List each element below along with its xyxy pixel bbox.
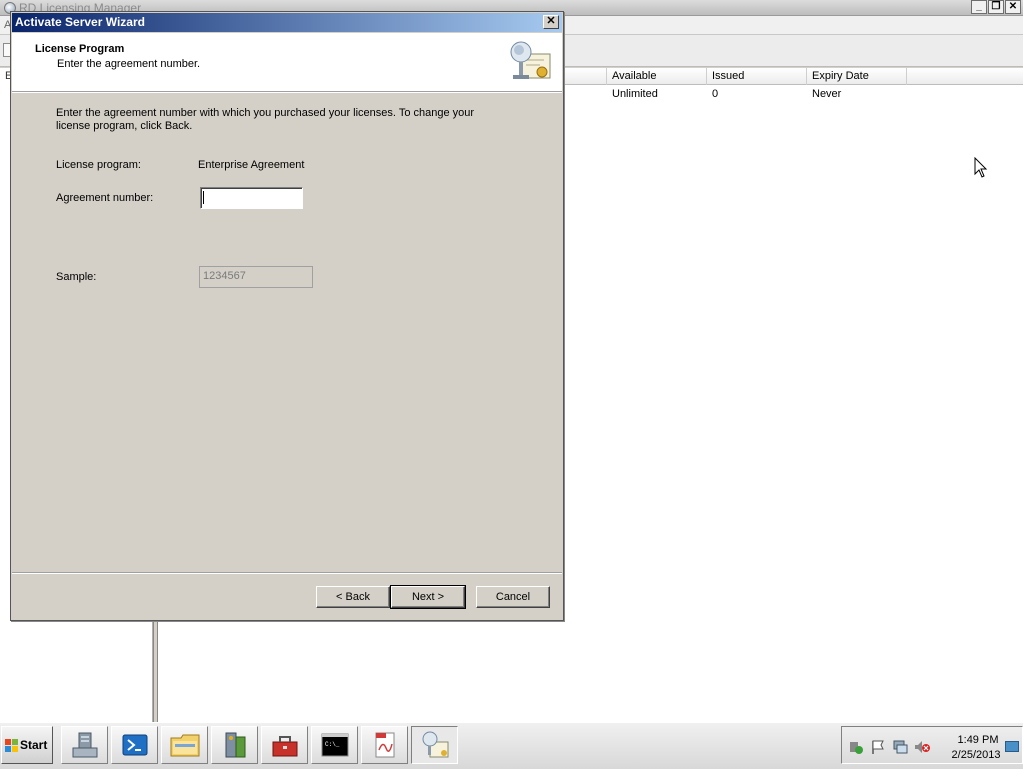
pdf-document-icon bbox=[375, 732, 394, 758]
sample-label: Sample: bbox=[56, 271, 97, 283]
wizard-header: License Program Enter the agreement numb… bbox=[12, 33, 562, 92]
command-prompt-icon: C:\_ bbox=[321, 733, 348, 757]
mouse-cursor-icon bbox=[974, 157, 988, 178]
wizard-title: Activate Server Wizard bbox=[15, 15, 145, 29]
wizard-close-button[interactable]: ✕ bbox=[543, 15, 559, 29]
cell-issued: 0 bbox=[712, 88, 719, 100]
taskbar-windows-explorer[interactable] bbox=[161, 726, 208, 764]
sample-field: 1234567 bbox=[199, 266, 313, 288]
powershell-icon bbox=[122, 734, 147, 756]
windows-logo-icon bbox=[5, 738, 18, 752]
server-tools-icon bbox=[225, 732, 245, 758]
footer-divider-highlight bbox=[12, 573, 562, 574]
back-button[interactable]: < Back bbox=[316, 586, 390, 608]
folder-icon bbox=[170, 734, 199, 757]
start-button[interactable]: Start bbox=[1, 726, 53, 764]
volume-muted-icon[interactable] bbox=[914, 739, 930, 755]
taskbar: Start C:\_ 1:49 PM 2/25/2013 bbox=[0, 722, 1023, 769]
next-button[interactable]: Next > bbox=[390, 585, 466, 609]
start-label: Start bbox=[20, 738, 48, 752]
background-close-button[interactable]: ✕ bbox=[1005, 0, 1021, 14]
background-window-controls: _ ❐ ✕ bbox=[971, 0, 1021, 14]
network-icon[interactable] bbox=[892, 739, 908, 755]
taskbar-rd-licensing-manager[interactable] bbox=[411, 726, 458, 764]
header-divider bbox=[12, 92, 562, 93]
taskbar-toolbox[interactable] bbox=[261, 726, 308, 764]
cancel-button[interactable]: Cancel bbox=[476, 586, 550, 608]
security-shield-icon[interactable] bbox=[848, 739, 864, 755]
taskbar-server-config[interactable] bbox=[211, 726, 258, 764]
cell-expiry: Never bbox=[812, 88, 842, 100]
rd-licensing-icon bbox=[422, 731, 448, 758]
toolbox-icon bbox=[272, 736, 297, 757]
text-caret bbox=[203, 191, 204, 204]
minimize-button[interactable]: _ bbox=[971, 0, 987, 14]
column-header-issued[interactable]: Issued bbox=[707, 68, 807, 85]
action-center-flag-icon[interactable] bbox=[870, 739, 886, 755]
taskbar-command-prompt[interactable]: C:\_ bbox=[311, 726, 358, 764]
taskbar-powershell[interactable] bbox=[111, 726, 158, 764]
instructions-text: Enter the agreement number with which yo… bbox=[56, 107, 475, 132]
clock-date[interactable]: 2/25/2013 bbox=[944, 749, 1008, 761]
license-certificate-icon bbox=[510, 41, 551, 79]
clock-time[interactable]: 1:49 PM bbox=[952, 734, 1004, 746]
svg-text:C:\_: C:\_ bbox=[325, 741, 340, 748]
agreement-number-label: Agreement number: bbox=[56, 192, 154, 204]
agreement-number-input[interactable] bbox=[200, 187, 303, 209]
license-program-label: License program: bbox=[56, 159, 141, 171]
page-title: License Program bbox=[35, 43, 125, 55]
restore-button[interactable]: ❐ bbox=[988, 0, 1004, 14]
taskbar-pdf-viewer[interactable] bbox=[361, 726, 408, 764]
page-subtitle: Enter the agreement number. bbox=[57, 58, 201, 70]
license-program-value: Enterprise Agreement bbox=[198, 159, 305, 171]
show-desktop-button[interactable] bbox=[1005, 741, 1019, 752]
column-header-expiry-date[interactable]: Expiry Date bbox=[807, 68, 907, 85]
activate-server-wizard-dialog: Activate Server Wizard ✕ License Program… bbox=[10, 11, 564, 621]
wizard-title-bar[interactable]: Activate Server Wizard ✕ bbox=[12, 13, 562, 32]
notification-area: 1:49 PM 2/25/2013 bbox=[841, 726, 1023, 764]
server-manager-icon bbox=[72, 732, 97, 758]
column-header-available[interactable]: Available bbox=[607, 68, 707, 85]
cell-available: Unlimited bbox=[612, 88, 658, 100]
taskbar-server-manager[interactable] bbox=[61, 726, 108, 764]
